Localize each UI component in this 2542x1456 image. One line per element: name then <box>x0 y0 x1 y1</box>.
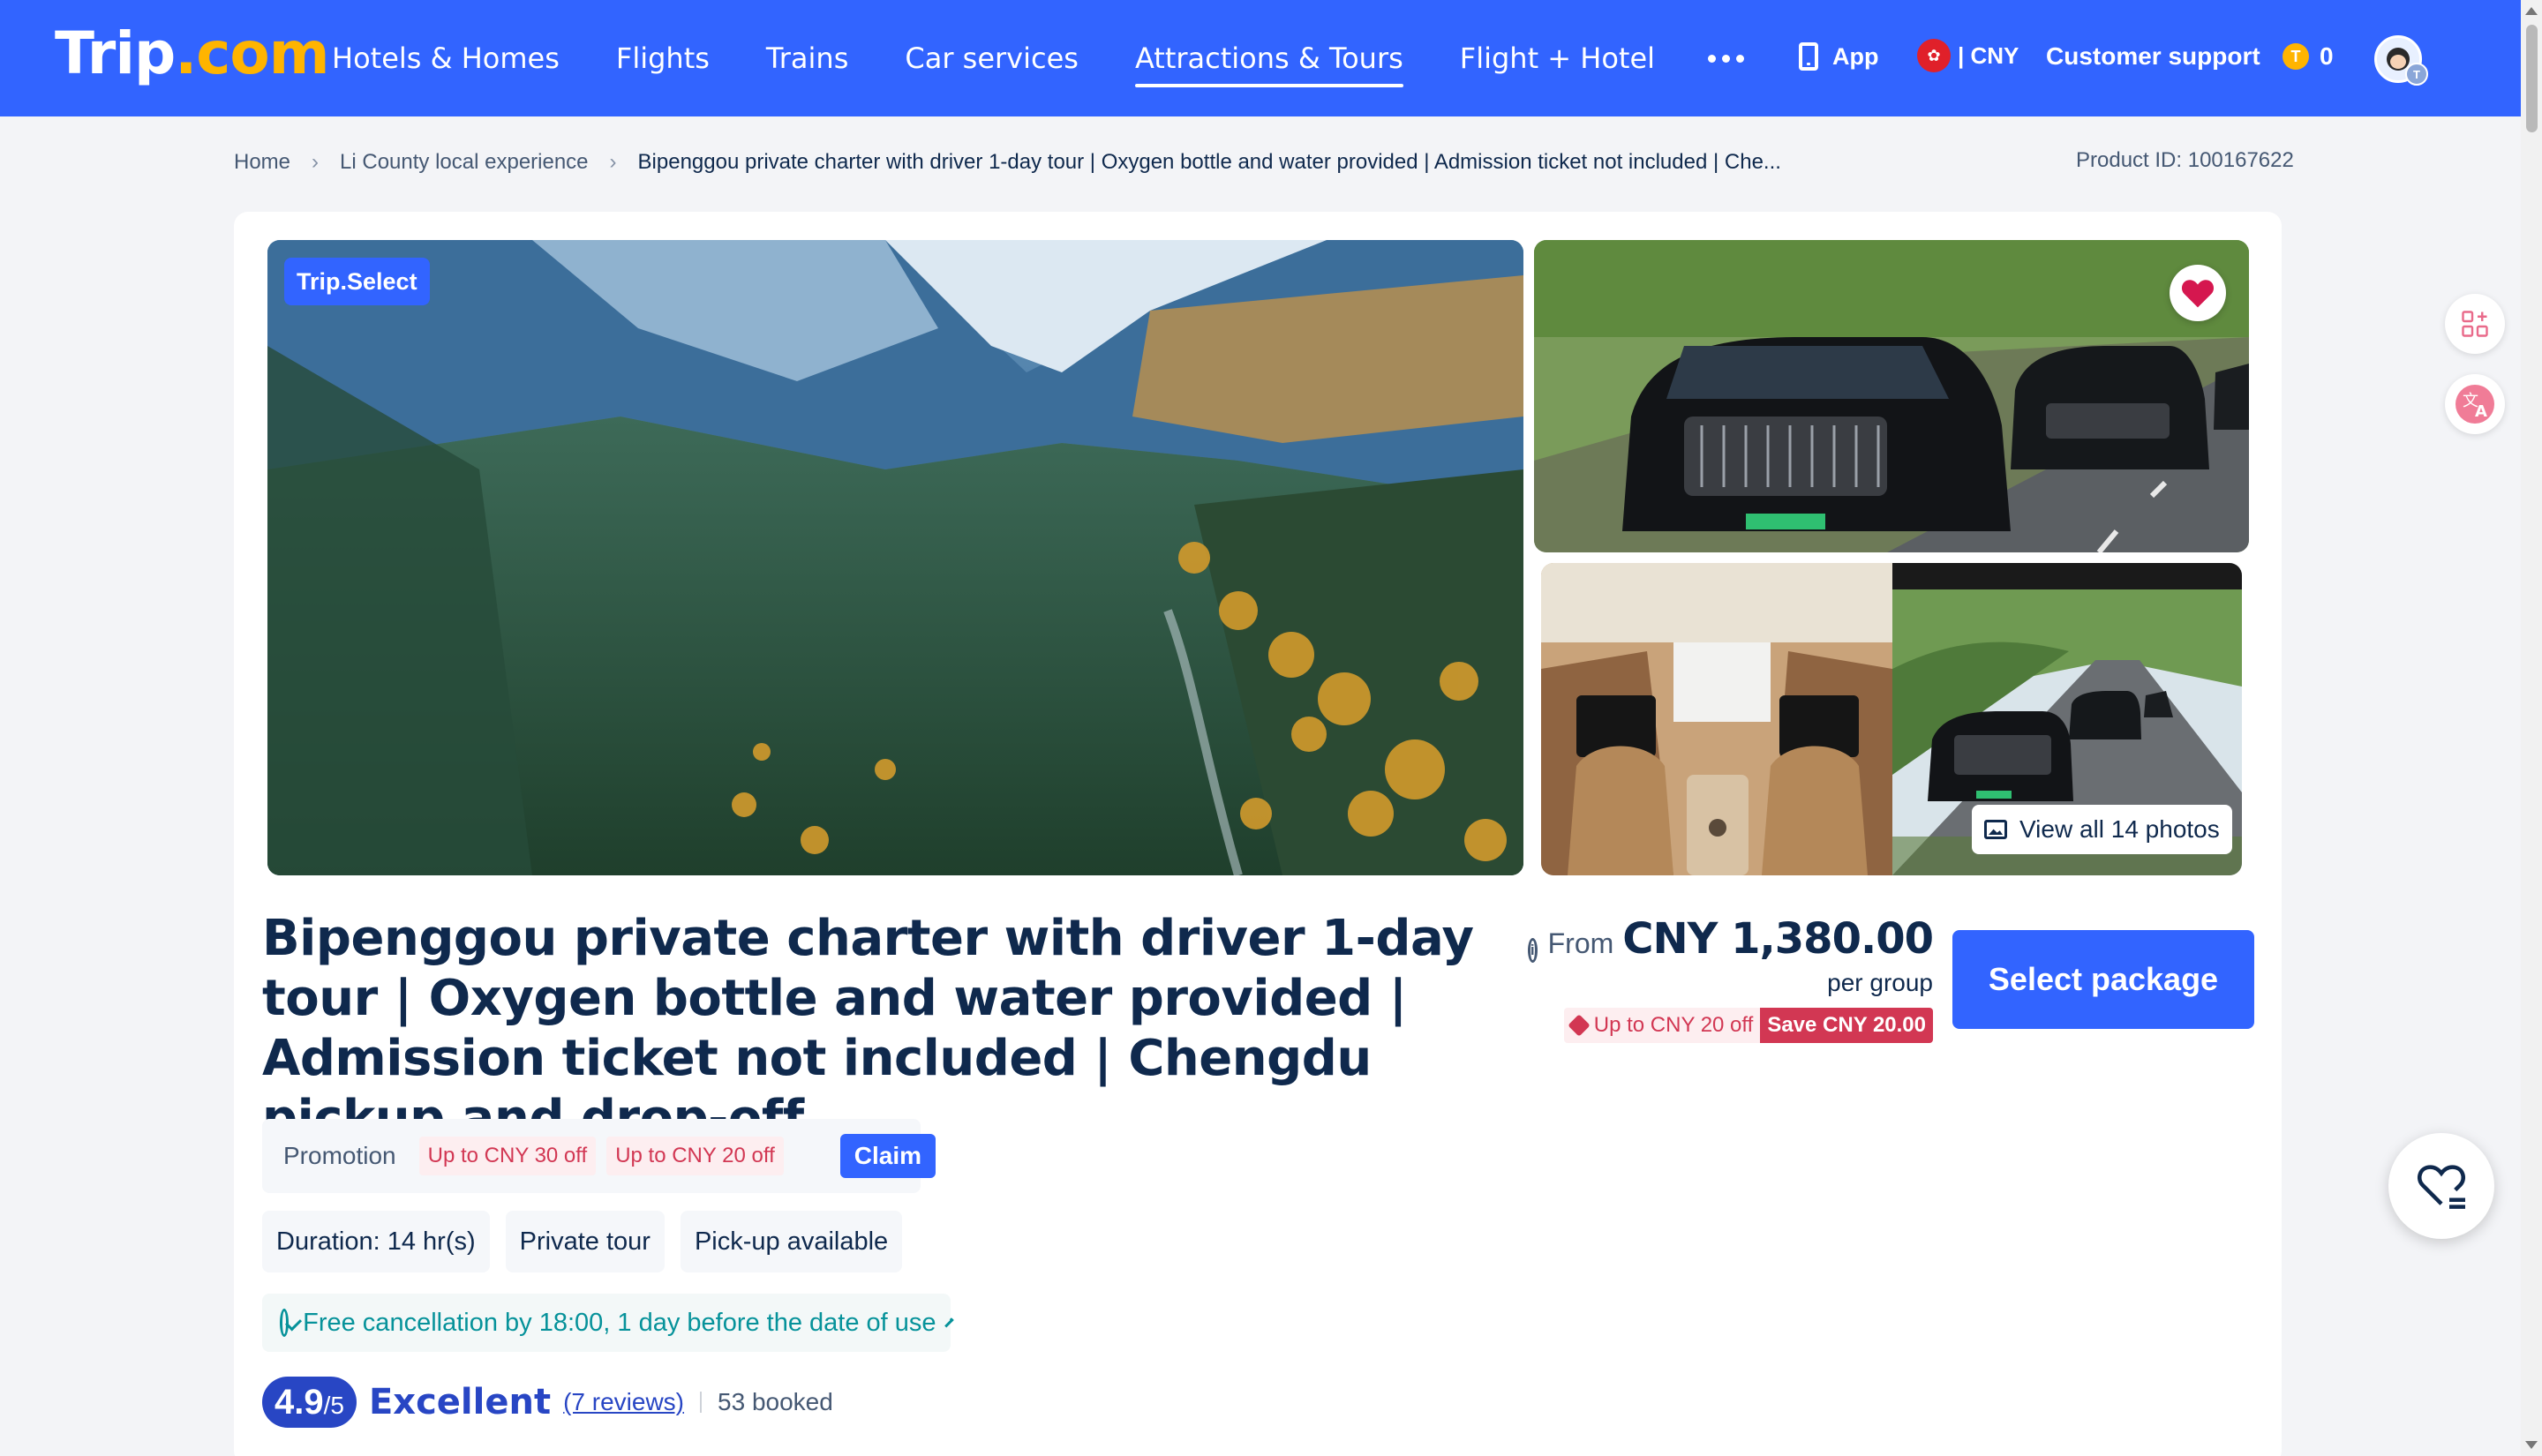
nav-flight-hotel[interactable]: Flight + Hotel <box>1460 41 1655 75</box>
scroll-thumb[interactable] <box>2526 25 2538 132</box>
currency-label: | CNY <box>1958 41 2019 69</box>
ellipsis-icon[interactable] <box>1708 54 1745 63</box>
promo-tag: Up to CNY 30 off <box>418 1137 597 1175</box>
price-unit: per group <box>1827 969 1933 996</box>
scroll-down-arrow-icon[interactable] <box>2525 1441 2538 1449</box>
promo-tag: Up to CNY 20 off <box>606 1137 784 1175</box>
chevron-right-icon: › <box>609 150 617 174</box>
cancellation-text: Free cancellation by 18:00, 1 day before… <box>303 1308 936 1337</box>
phone-icon <box>1799 42 1818 71</box>
price-amount: CNY 1,380.00 <box>1622 914 1934 964</box>
avatar[interactable]: T <box>2374 35 2428 86</box>
app-download-link[interactable]: App <box>1799 42 1878 71</box>
product-id: Product ID: 100167622 <box>2076 148 2294 172</box>
feature-tags: Duration: 14 hr(s) Private tour Pick-up … <box>262 1211 918 1272</box>
scroll-up-arrow-icon[interactable] <box>2525 7 2538 15</box>
breadcrumb-current: Bipenggou private charter with driver 1-… <box>637 150 1781 174</box>
coin-icon: T <box>2283 43 2309 70</box>
claim-button[interactable]: Claim <box>839 1134 936 1178</box>
page-title: Bipenggou private charter with driver 1-… <box>262 910 1474 1147</box>
app-label: App <box>1832 42 1879 70</box>
rating-badge: 4.9 /5 <box>262 1377 357 1428</box>
feature-private-tour: Private tour <box>505 1211 665 1272</box>
feature-pickup: Pick-up available <box>680 1211 903 1272</box>
nav-car-services[interactable]: Car services <box>905 41 1079 75</box>
check-circle-icon <box>280 1309 290 1337</box>
photo-mountain-valley[interactable] <box>267 240 1523 875</box>
trip-coins[interactable]: T 0 <box>2283 42 2334 71</box>
feature-duration: Duration: 14 hr(s) <box>262 1211 490 1272</box>
page-scrollbar[interactable] <box>2521 0 2542 1456</box>
chevron-right-icon: › <box>312 150 320 174</box>
photo-car-interior[interactable] <box>1541 563 1892 875</box>
image-icon <box>1984 820 2007 839</box>
free-cancellation-link[interactable]: Free cancellation by 18:00, 1 day before… <box>262 1294 954 1352</box>
translate-icon[interactable]: 文 A <box>2445 374 2505 434</box>
breadcrumb-home[interactable]: Home <box>234 150 290 175</box>
breadcrumb-li-county[interactable]: Li County local experience <box>340 150 589 175</box>
rating-score: 4.9 <box>275 1383 324 1422</box>
trip-logo[interactable]: Trip.com <box>55 19 330 87</box>
apps-grid-icon[interactable] <box>2445 294 2505 354</box>
photo-cars-road[interactable] <box>1534 240 2249 552</box>
nav-hotels-homes[interactable]: Hotels & Homes <box>332 41 560 75</box>
nav-flights[interactable]: Flights <box>616 41 710 75</box>
hong-kong-flag-icon: ✿ <box>1917 39 1951 72</box>
reviews-link[interactable]: (7 reviews) <box>563 1388 684 1416</box>
view-all-label: View all 14 photos <box>2019 815 2220 843</box>
nav-attractions-tours[interactable]: Attractions & Tours <box>1134 41 1403 87</box>
rating-row: 4.9 /5 Excellent (7 reviews) 53 booked <box>262 1377 833 1428</box>
nav-trains[interactable]: Trains <box>766 41 848 75</box>
favorite-heart-icon[interactable] <box>2170 265 2226 321</box>
rating-word: Excellent <box>368 1382 552 1422</box>
svg-text:A: A <box>2475 402 2487 421</box>
logo-suffix: .com <box>175 19 329 87</box>
price-block: i From CNY 1,380.00 per group Up to CNY … <box>1527 914 1934 1043</box>
info-icon[interactable]: i <box>1527 938 1538 963</box>
top-nav: Trip.com Hotels & Homes Flights Trains C… <box>0 0 2521 116</box>
promotion-label: Promotion <box>283 1142 396 1169</box>
coins-count: 0 <box>2320 42 2334 70</box>
currency-selector[interactable]: ✿ | CNY <box>1917 39 2019 72</box>
price-tags: Up to CNY 20 off Save CNY 20.00 <box>1563 1008 1933 1043</box>
promotion-box: Promotion Up to CNY 30 off Up to CNY 20 … <box>262 1119 936 1193</box>
breadcrumb: Home › Li County local experience › Bipe… <box>234 150 1781 175</box>
rating-max: /5 <box>323 1392 344 1419</box>
customer-support-link[interactable]: Customer support <box>2046 42 2260 71</box>
select-package-button[interactable]: Select package <box>1952 930 2254 1029</box>
trip-select-badge: Trip.Select <box>284 258 430 305</box>
save-tag: Save CNY 20.00 <box>1760 1008 1933 1043</box>
coupon-tag: Up to CNY 20 off <box>1563 1008 1761 1043</box>
view-all-photos-button[interactable]: View all 14 photos <box>1972 805 2232 854</box>
main-nav: Hotels & Homes Flights Trains Car servic… <box>332 0 1745 116</box>
price-from-label: From <box>1547 927 1614 959</box>
divider <box>700 1392 703 1413</box>
tier-badge-icon: T <box>2405 63 2428 86</box>
tag-icon <box>1568 1014 1591 1037</box>
booked-count: 53 booked <box>718 1388 833 1415</box>
wishlist-heart-icon[interactable] <box>2388 1133 2494 1239</box>
price-line: i From CNY 1,380.00 <box>1527 914 1934 964</box>
